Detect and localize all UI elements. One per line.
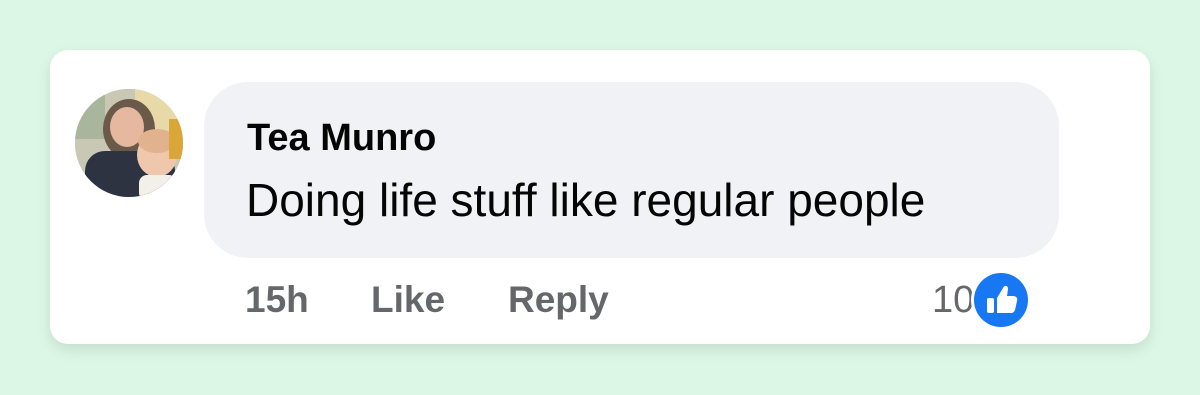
comment-timestamp[interactable]: 15h xyxy=(245,278,309,322)
avatar[interactable] xyxy=(75,89,183,197)
comment-author-name[interactable]: Tea Munro xyxy=(247,116,436,160)
like-reaction-badge xyxy=(971,270,1032,330)
comment-text: Doing life stuff like regular people xyxy=(246,174,926,226)
like-icon xyxy=(974,273,1029,327)
reaction-summary[interactable]: 10 xyxy=(932,270,1032,330)
like-button[interactable]: Like xyxy=(371,278,445,322)
reaction-count: 10 xyxy=(932,279,975,321)
comment-bubble xyxy=(204,82,1059,258)
reply-button[interactable]: Reply xyxy=(508,278,609,322)
avatar-photo xyxy=(75,89,183,197)
